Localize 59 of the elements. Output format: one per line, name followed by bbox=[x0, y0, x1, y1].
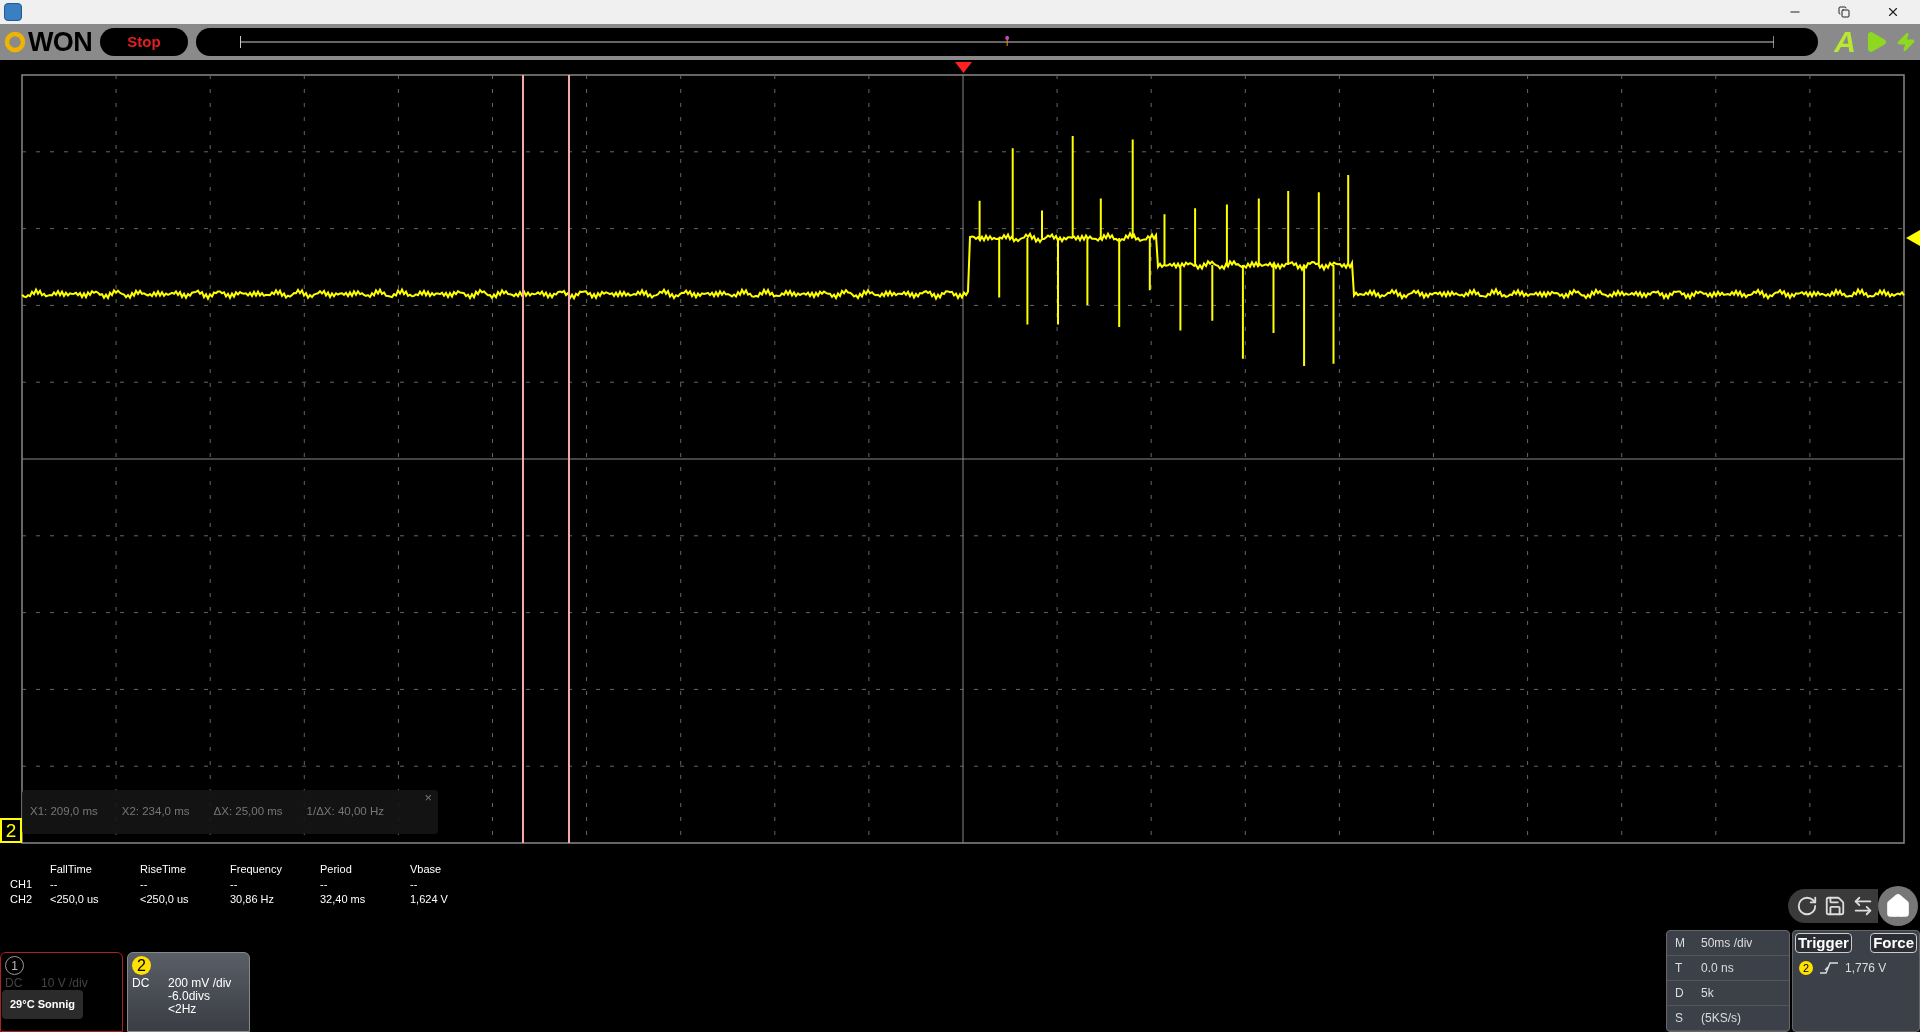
home-button[interactable] bbox=[1878, 886, 1918, 926]
trigger-level: 1,776 V bbox=[1845, 960, 1887, 977]
measurement-header: Vbase bbox=[410, 862, 443, 877]
measurement-value: 32,40 ms bbox=[320, 892, 367, 907]
coupling-label: DC bbox=[5, 977, 24, 990]
cursor-reading: X1: 209,0 ms bbox=[30, 804, 98, 820]
measurement-value: -- bbox=[230, 877, 239, 892]
timebase-value: 50ms /div bbox=[1701, 935, 1753, 952]
trigger-level-marker[interactable] bbox=[1906, 230, 1920, 246]
measurement-value: <250,0 us bbox=[50, 892, 100, 907]
run-stop-button[interactable]: Stop bbox=[99, 28, 188, 56]
measurement-header: Period bbox=[320, 862, 353, 877]
channel-label: CH2 bbox=[10, 892, 33, 907]
channel-setting: -6.0divs bbox=[168, 990, 212, 1003]
channel-card[interactable]: 2 DC 200 mV /div -6.0divs <2Hz bbox=[127, 952, 250, 1032]
rising-edge-icon bbox=[1819, 961, 1839, 975]
trigger-source-badge: 2 bbox=[1799, 961, 1813, 975]
close-button[interactable]: × bbox=[424, 791, 432, 804]
timeline-bar[interactable] bbox=[195, 28, 1819, 56]
cursor-reading: ΔX: 25,00 ms bbox=[213, 804, 283, 820]
measurement-header: Frequency bbox=[230, 862, 283, 877]
timebase-value: 0.0 ns bbox=[1701, 960, 1734, 977]
timebase-key: T bbox=[1667, 959, 1701, 977]
measurement-header: FallTime bbox=[50, 862, 93, 877]
reset-icon[interactable] bbox=[1796, 895, 1818, 917]
restore-icon[interactable] bbox=[1838, 6, 1850, 18]
save-icon[interactable] bbox=[1824, 895, 1846, 917]
channel-setting: 10 V /div bbox=[41, 977, 89, 990]
timebase-key: M bbox=[1667, 934, 1701, 952]
measurement-value: 30,86 Hz bbox=[230, 892, 276, 907]
measurement-value: 1,624 V bbox=[410, 892, 449, 907]
channel-marker[interactable]: 2 bbox=[0, 818, 22, 843]
swap-icon[interactable] bbox=[1852, 895, 1874, 917]
close-icon[interactable] bbox=[1886, 5, 1900, 19]
measurement-header: RiseTime bbox=[140, 862, 188, 877]
channel-number-badge: 2 bbox=[132, 956, 151, 975]
home-icon bbox=[1885, 893, 1911, 919]
measurement-value: -- bbox=[140, 877, 149, 892]
cursor-reading: 1/ΔX: 40,00 Hz bbox=[306, 804, 384, 820]
channel-label: CH1 bbox=[10, 877, 33, 892]
trigger-button[interactable]: Force bbox=[1870, 933, 1917, 953]
weather-tooltip: 29°C Sonnig bbox=[2, 990, 83, 1019]
timebase-value: (5KS/s) bbox=[1701, 1010, 1741, 1027]
logo-ring-icon bbox=[4, 31, 26, 53]
measurement-value: -- bbox=[320, 877, 329, 892]
measurement-value: -- bbox=[50, 877, 59, 892]
app-icon bbox=[4, 3, 22, 21]
coupling-label: DC bbox=[132, 977, 151, 992]
trigger-position-marker[interactable] bbox=[955, 62, 972, 73]
channel-setting: 200 mV /div bbox=[168, 977, 233, 990]
trigger-button[interactable]: Trigger bbox=[1795, 933, 1852, 953]
timebase-value: 5k bbox=[1701, 985, 1714, 1002]
owon-logo: WON bbox=[4, 28, 92, 56]
measurement-value: <250,0 us bbox=[140, 892, 190, 907]
timebase-key: D bbox=[1667, 984, 1701, 1002]
timebase-key: S bbox=[1667, 1009, 1701, 1027]
cursor-reading: X2: 234,0 ms bbox=[121, 804, 190, 820]
channel-setting: <2Hz bbox=[168, 1003, 198, 1016]
measurement-value: -- bbox=[410, 877, 419, 892]
